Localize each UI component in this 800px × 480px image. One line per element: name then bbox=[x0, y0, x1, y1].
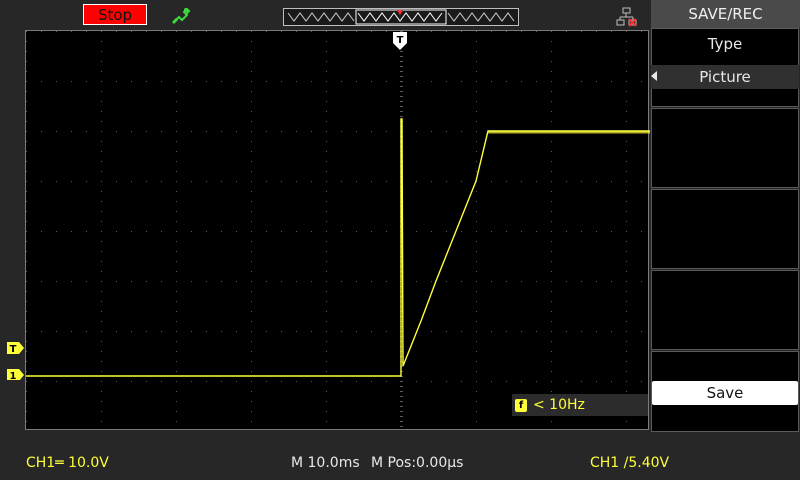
trigger-position-marker: T bbox=[393, 32, 407, 50]
type-value-selector[interactable]: Picture bbox=[651, 65, 799, 89]
type-value: Picture bbox=[699, 68, 751, 86]
svg-text:1: 1 bbox=[10, 371, 17, 380]
frequency-value: < 10Hz bbox=[533, 397, 585, 413]
channel-markers: T 1 bbox=[7, 340, 27, 382]
run-stop-indicator[interactable]: Stop bbox=[83, 4, 147, 25]
svg-text:T: T bbox=[397, 35, 404, 46]
frequency-counter: f < 10Hz bbox=[512, 394, 648, 416]
save-button[interactable]: Save bbox=[652, 381, 798, 405]
probe-icon bbox=[170, 4, 192, 26]
memory-position: M Pos:0.00µs bbox=[371, 455, 464, 471]
svg-text:T: T bbox=[10, 344, 17, 355]
menu-title: SAVE/REC bbox=[651, 0, 800, 28]
network-disconnected-icon bbox=[616, 6, 638, 28]
graticule-and-trace bbox=[26, 31, 650, 427]
type-label: Type bbox=[707, 35, 743, 53]
trigger-setting: CH1 /5.40V bbox=[590, 455, 670, 471]
menu-slot-3[interactable] bbox=[651, 189, 799, 269]
oscilloscope-screen: Stop T T 1 f < 10Hz SAVE/REC Type Pictur… bbox=[0, 0, 800, 480]
waveform-display[interactable] bbox=[25, 30, 650, 430]
timebase: M 10.0ms bbox=[291, 455, 360, 471]
triangle-left-icon bbox=[651, 71, 657, 81]
menu-slot-4[interactable] bbox=[651, 270, 799, 350]
menu-slot-2[interactable] bbox=[651, 108, 799, 188]
ch1-scale: CH1═ 10.0V bbox=[26, 455, 109, 471]
frequency-icon: f bbox=[515, 398, 527, 412]
ch1-trace bbox=[26, 118, 650, 377]
trigger-point-top-marker bbox=[397, 0, 403, 15]
